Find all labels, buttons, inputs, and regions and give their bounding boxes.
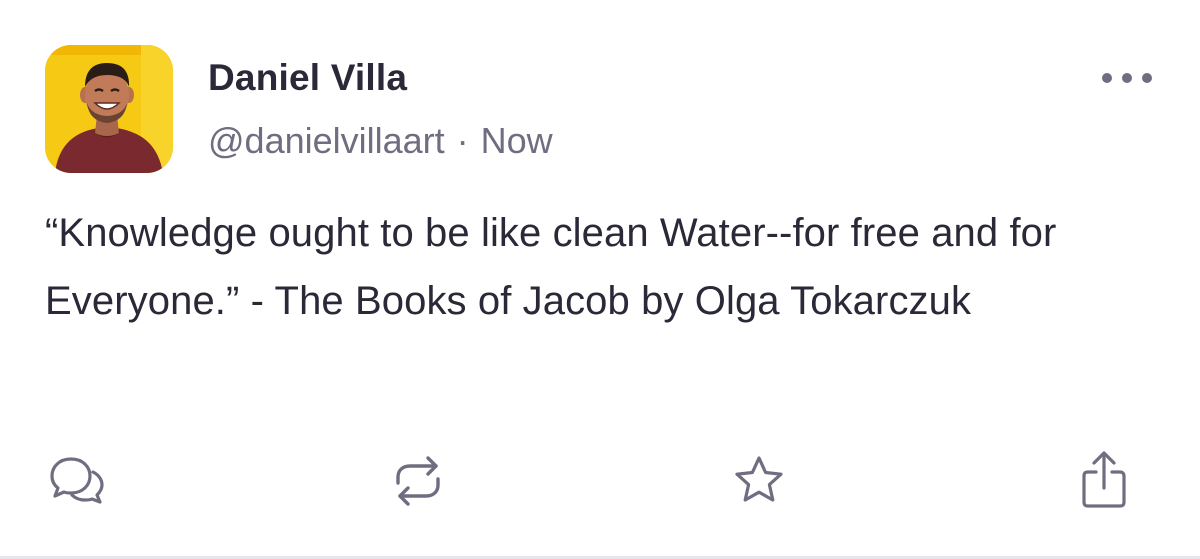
author-display-name[interactable]: Daniel Villa bbox=[208, 57, 407, 99]
reply-button[interactable] bbox=[42, 446, 112, 516]
author-handle[interactable]: @danielvillaart bbox=[208, 120, 445, 161]
more-options-button[interactable] bbox=[1092, 58, 1162, 98]
author-meta: @danielvillaart · Now bbox=[208, 120, 553, 162]
speech-bubbles-icon bbox=[50, 457, 104, 504]
avatar-image bbox=[45, 45, 173, 173]
post-timestamp: Now bbox=[480, 120, 553, 161]
avatar[interactable] bbox=[45, 45, 173, 173]
share-up-arrow-icon bbox=[1082, 451, 1126, 508]
post-text: “Knowledge ought to be like clean Water-… bbox=[45, 211, 1057, 323]
ellipsis-icon bbox=[1102, 73, 1152, 83]
post-card[interactable]: Daniel Villa @danielvillaart · Now “Knowle… bbox=[0, 0, 1200, 556]
share-button[interactable] bbox=[1069, 446, 1139, 516]
repost-button[interactable] bbox=[383, 446, 453, 516]
meta-separator: · bbox=[456, 120, 469, 161]
favorite-button[interactable] bbox=[724, 446, 794, 516]
star-icon bbox=[735, 456, 783, 502]
repeat-arrows-icon bbox=[396, 456, 440, 506]
